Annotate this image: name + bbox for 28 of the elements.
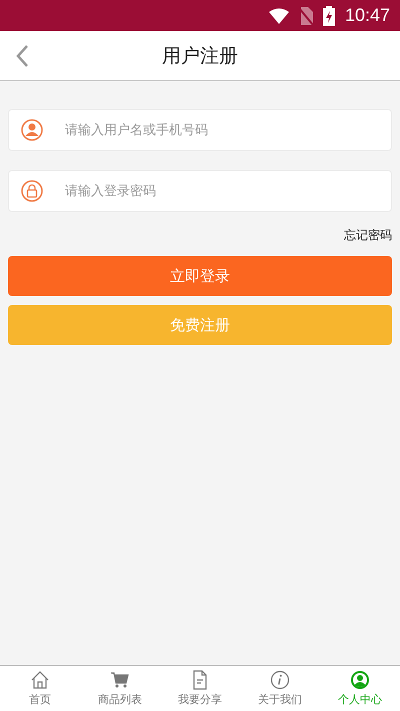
input-box[interactable]: 请输入用户名或手机号码 [8,109,392,151]
cart-icon [110,670,130,690]
tab-label: 首页 [29,692,51,707]
nav-tab[interactable]: 个人中心 [320,666,400,711]
lock-icon [21,180,43,202]
page-title: 用户注册 [162,44,238,68]
tab-label: 商品列表 [98,692,142,707]
nav-tab[interactable]: 商品列表 [80,666,160,711]
nav-tab[interactable]: 首页 [0,666,80,711]
nav-tab[interactable]: 关于我们 [240,666,320,711]
input-field[interactable]: 请输入登录密码 [63,182,391,200]
nav-tab[interactable]: 我要分享 [160,666,240,711]
back-icon[interactable] [15,44,29,68]
forgot-password-link[interactable]: 忘记密码 [344,227,392,244]
battery-charging-icon [322,6,335,26]
tab-label: 我要分享 [178,692,222,707]
user-icon [21,119,43,141]
login-button[interactable]: 立即登录 [8,256,392,296]
input-field[interactable]: 请输入用户名或手机号码 [63,122,391,138]
clock: 10:47 [344,5,390,26]
tab-label: 关于我们 [258,692,302,707]
input-box[interactable]: 请输入登录密码 [8,170,392,212]
person-icon [350,670,370,690]
wifi-icon [268,8,289,24]
info-icon [270,670,290,690]
home-icon [30,670,50,690]
no-sim-icon [298,6,313,24]
tab-label: 个人中心 [338,692,382,707]
